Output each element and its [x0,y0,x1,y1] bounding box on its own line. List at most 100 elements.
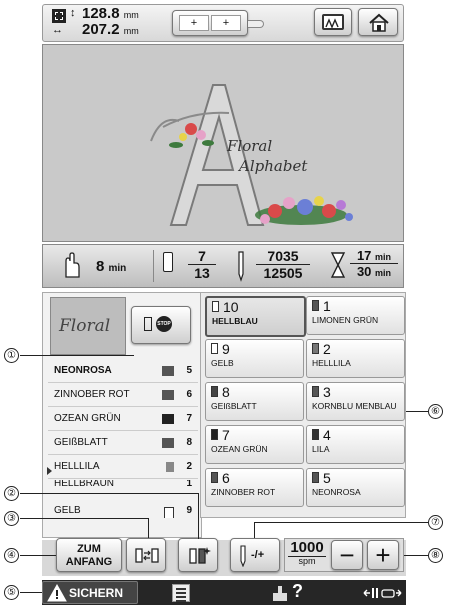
save-label: SICHERN [69,586,124,600]
color-change-button[interactable] [178,538,218,572]
color-current: 7 [188,248,216,265]
current-pointer-icon [47,467,52,475]
presser-foot-button[interactable] [358,581,406,605]
grid-cell-selected[interactable]: 10 HELLBLAU [205,296,306,337]
spool-icon [211,343,218,354]
preview-title-line1: Floral [227,137,273,155]
grid-cell[interactable]: 5 NEONROSA [306,468,405,507]
callout-line [20,592,42,593]
spool-icon [211,386,218,397]
list-item[interactable]: HELLLILA 2 [48,456,198,479]
spool-swatch [166,462,174,472]
spool-sparkle-icon [189,547,211,564]
callout-1: ① [4,348,19,363]
speed-unit: spm [288,556,326,566]
time-unit-b: min [375,268,392,278]
embroidery-design-image [150,84,353,226]
callout-7: ⑦ [428,515,443,530]
list-item[interactable]: GELB 9 [48,504,198,518]
pattern-thumbnail: Floral [50,297,126,355]
width-readout: 207.2 mm [82,22,139,39]
zum-anfang-line1: ZUM [77,543,101,555]
color-swatch [162,438,174,448]
screen-icon [322,14,344,30]
list-item[interactable]: HELLBRAUN 1 [48,480,198,494]
list-item[interactable]: OZEAN GRÜN 7 [48,408,198,431]
color-progress: 7 13 [188,248,216,281]
time-total: 30 [356,264,372,279]
minus-icon: − [339,540,355,570]
color-swatch [162,414,174,424]
stitch-current: 7035 [256,248,310,265]
time-unit: min [108,263,127,274]
spool-icon [312,429,319,440]
color-total: 13 [194,265,210,281]
callout-line [20,555,56,556]
stitch-progress: 7035 12505 [256,248,310,281]
grid-cell[interactable]: 9 GELB [205,339,304,378]
grid-cell[interactable]: 2 HELLLILA [306,339,405,378]
spool-icon [212,301,219,312]
grid-cell[interactable]: 3 KORNBLU MENBLAU [306,382,405,421]
speed-value: 1000 [290,539,324,556]
needle-small-icon [240,545,246,567]
time-until-stop: 8 min [96,258,126,275]
width-arrow-icon: ↔ [52,24,63,36]
display-button[interactable] [314,8,352,36]
save-button[interactable]: SICHERN [42,581,138,604]
callout-3: ③ [4,511,19,526]
grid-cell[interactable]: 8 GEIßBLATT [205,382,304,421]
zum-anfang-button[interactable]: ZUM ANFANG [56,538,122,572]
preview-title-line2: Alphabet [239,157,308,175]
home-icon [369,13,389,32]
color-stop-button[interactable]: STOP [131,306,191,344]
list-item[interactable]: GEIßBLATT 8 [48,432,198,455]
speed-up-button[interactable]: + [367,540,399,570]
needle-position-toggle[interactable]: + + [172,10,248,36]
callout-6: ⑥ [428,404,443,419]
callout-line [254,522,428,523]
grid-cell[interactable]: 4 LILA [306,425,405,464]
plus-left-icon: + [179,15,209,31]
list-item[interactable]: ZINNOBER ROT 6 [48,384,198,407]
spool-icon [163,252,173,272]
callout-line [198,493,199,539]
speed-down-button[interactable]: − [331,540,363,570]
grid-cell[interactable]: 7 OZEAN GRÜN [205,425,304,464]
width-unit: mm [123,26,139,36]
width-value: 207.2 [82,21,120,38]
list-item[interactable]: NEONROSA 5 [48,360,198,383]
callout-2: ② [4,486,19,501]
color-swatch [162,366,174,376]
callout-line [20,355,134,356]
callout-line [20,518,148,519]
machine-icon [273,586,287,601]
callout-line [20,493,198,494]
warning-icon [47,584,67,602]
time-value: 8 [96,258,105,275]
spool-icon [211,472,218,483]
cable-icon [248,20,264,28]
spool-icon [211,429,218,440]
home-button[interactable] [358,8,398,36]
list-icon[interactable] [172,584,190,602]
embroidery-preview: Floral Alphabet [42,44,404,242]
speed-readout: 1000 spm [288,540,326,570]
callout-line [254,522,255,538]
grid-cell[interactable]: 6 ZINNOBER ROT [205,468,304,507]
height-unit: mm [123,10,139,20]
callout-5: ⑤ [4,585,19,600]
zum-anfang-line2: ANFANG [65,556,113,568]
embroidery-area-icon [52,9,66,23]
needle-icon [238,251,244,282]
stitch-adjust-label: -/+ [251,549,265,561]
grid-cell[interactable]: 1 LIMONEN GRÜN [306,296,405,335]
hand-clock-icon [65,252,80,278]
time-elapsed: 17 [356,248,372,263]
thread-sort-button[interactable] [126,538,166,572]
help-button[interactable]: ? [268,581,314,605]
callout-8: ⑧ [428,548,443,563]
plus-icon: + [375,540,391,570]
stitch-forward-back-button[interactable]: -/+ [230,538,280,572]
callout-4: ④ [4,548,19,563]
